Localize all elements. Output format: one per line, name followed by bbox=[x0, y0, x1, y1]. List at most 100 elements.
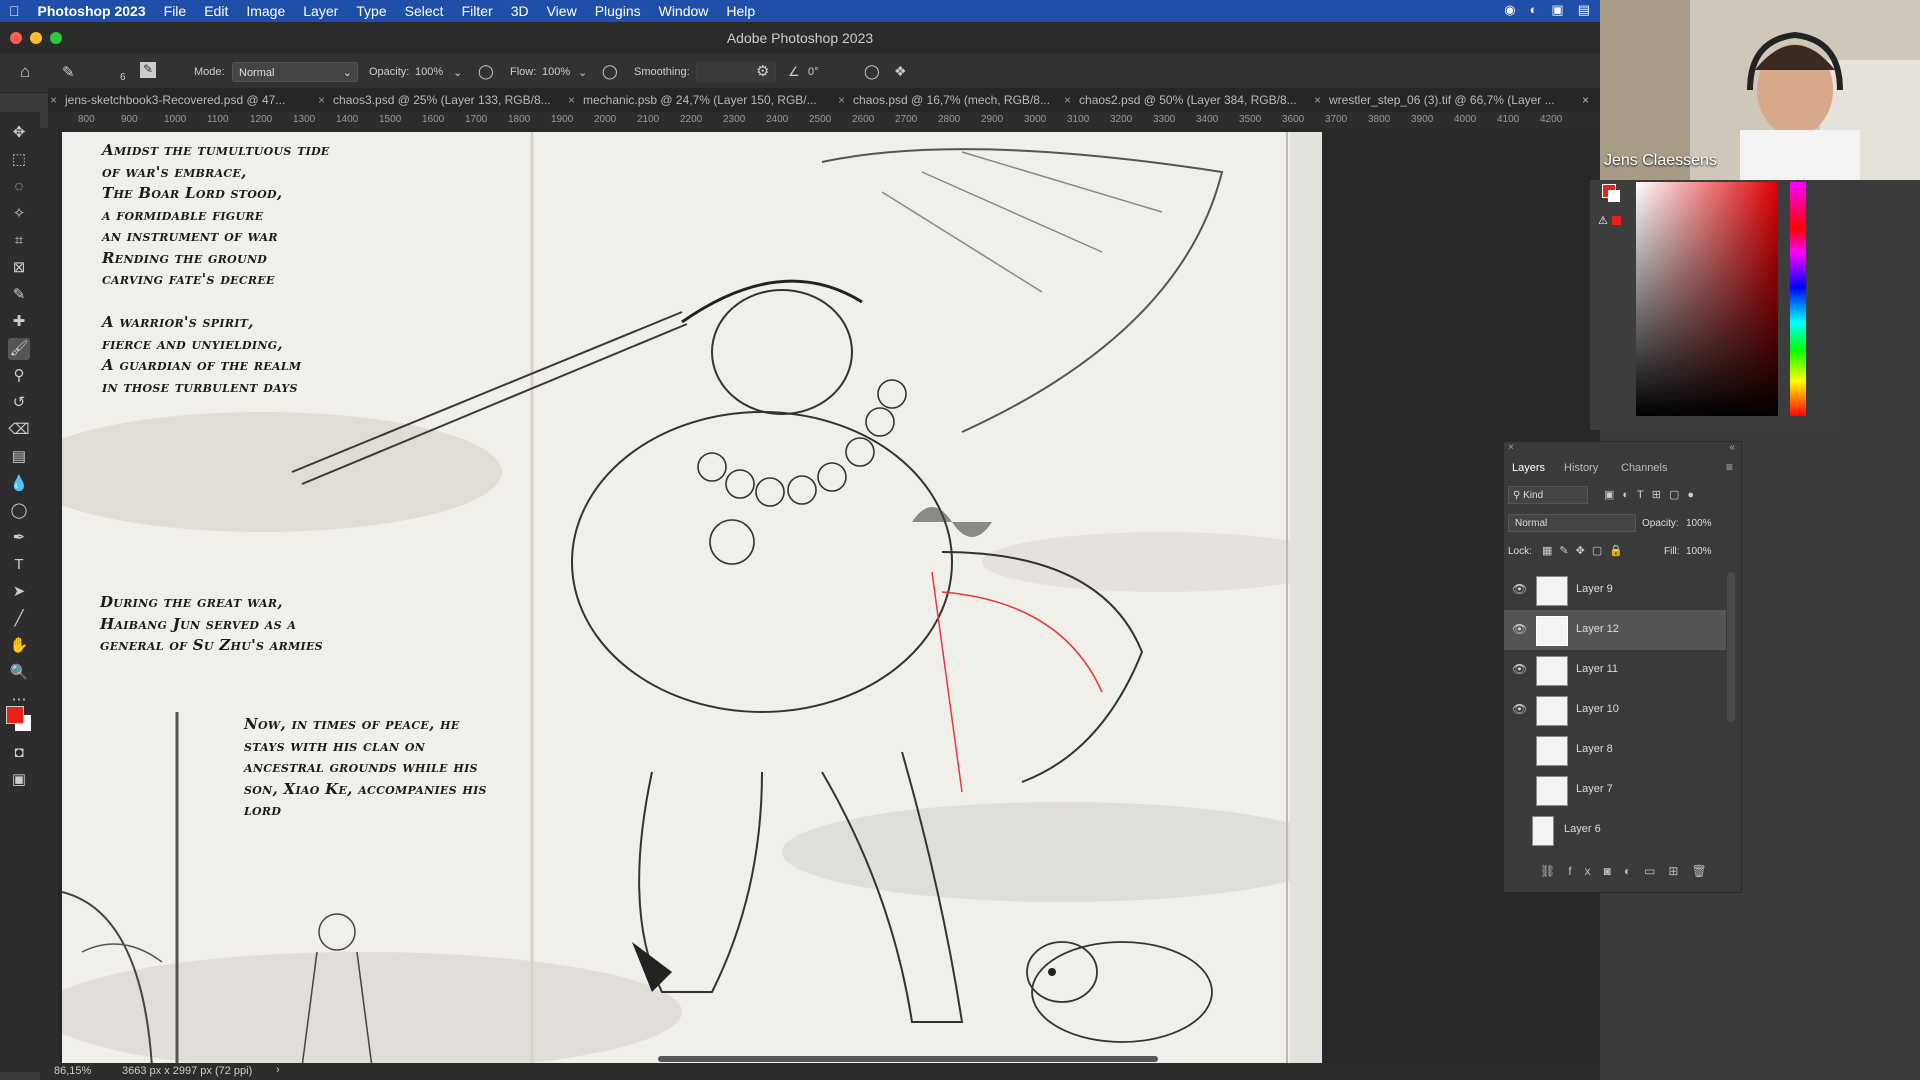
foreground-color-swatch[interactable] bbox=[6, 706, 24, 724]
chevron-right-icon[interactable]: › bbox=[276, 1064, 280, 1076]
menu-file[interactable]: File bbox=[155, 3, 196, 19]
menu-layer[interactable]: Layer bbox=[294, 3, 347, 19]
close-icon[interactable]: × bbox=[50, 93, 57, 107]
close-icon[interactable]: × bbox=[318, 93, 325, 107]
collapse-panel-icon[interactable]: « bbox=[1729, 442, 1735, 453]
close-icon[interactable]: × bbox=[568, 93, 575, 107]
line-icon[interactable]: ╱ bbox=[8, 608, 30, 630]
menu-plugins[interactable]: Plugins bbox=[586, 3, 650, 19]
menu-view[interactable]: View bbox=[538, 3, 586, 19]
tab-channels[interactable]: Channels bbox=[1621, 462, 1667, 474]
link-layers-icon[interactable]: ⛓ bbox=[1540, 864, 1568, 878]
close-all-icon[interactable]: × bbox=[1582, 93, 1589, 107]
layer-row-7[interactable]: Layer 7 bbox=[1504, 770, 1726, 810]
type-icon[interactable]: T bbox=[8, 554, 30, 576]
move-icon[interactable]: ✥ bbox=[8, 122, 30, 144]
layer-row-8[interactable]: Layer 8 bbox=[1504, 730, 1726, 770]
tab-doc-5[interactable]: × chaos2.psd @ 50% (Layer 384, RGB/8... bbox=[1064, 93, 1297, 107]
quick-mask-icon[interactable]: ◘ bbox=[8, 742, 30, 764]
tab-doc-6[interactable]: × wrestler_step_06 (3).tif @ 66,7% (Layer… bbox=[1314, 93, 1555, 107]
menu-image[interactable]: Image bbox=[237, 3, 294, 19]
gamut-swatch[interactable] bbox=[1612, 216, 1621, 225]
layer-row-6[interactable]: Layer 6 bbox=[1504, 810, 1726, 850]
tab-doc-2[interactable]: × chaos3.psd @ 25% (Layer 133, RGB/8... bbox=[318, 93, 551, 107]
layer-row-11[interactable]: 👁 Layer 11 bbox=[1504, 650, 1726, 690]
ruler-left[interactable] bbox=[40, 128, 58, 1063]
blur-icon[interactable]: 💧 bbox=[8, 473, 30, 495]
path-select-icon[interactable]: ➤ bbox=[8, 581, 30, 603]
display-icon[interactable]: ▤ bbox=[1578, 2, 1590, 18]
fx-icon[interactable]: fx bbox=[1568, 864, 1603, 878]
magic-wand-icon[interactable]: ✧ bbox=[8, 203, 30, 225]
status-icon[interactable]: ◐ bbox=[1530, 2, 1538, 18]
ruler-top[interactable]: 800 900 1000 1100 1200 1300 1400 1500 1600 1700 18… bbox=[48, 112, 1600, 128]
close-icon[interactable]: × bbox=[838, 93, 845, 107]
airbrush-icon[interactable]: ◯ bbox=[602, 63, 618, 80]
menu-3d[interactable]: 3D bbox=[502, 3, 538, 19]
stamp-icon[interactable]: ⚲ bbox=[8, 365, 30, 387]
tab-layers[interactable]: Layers bbox=[1512, 462, 1545, 474]
close-icon[interactable]: × bbox=[1314, 93, 1321, 107]
creative-cloud-icon[interactable]: ◉ bbox=[1504, 2, 1515, 18]
fill-value[interactable]: 100% bbox=[1686, 546, 1712, 557]
layer-filter-icons[interactable]: ▣◐T⊞▢● bbox=[1604, 488, 1702, 501]
layers-scrollbar[interactable] bbox=[1727, 572, 1735, 722]
menu-filter[interactable]: Filter bbox=[453, 3, 502, 19]
app-menu[interactable]: Photoshop 2023 bbox=[29, 3, 155, 19]
menu-type[interactable]: Type bbox=[347, 3, 395, 19]
brush-size-value[interactable]: 6 bbox=[120, 72, 126, 83]
eye-icon[interactable]: 👁 bbox=[1512, 662, 1527, 676]
canvas-area[interactable]: Amidst the tumultuous tide of war's embr… bbox=[58, 128, 1600, 1063]
background-swatch-small[interactable] bbox=[1608, 190, 1620, 202]
horizontal-scrollbar[interactable] bbox=[658, 1056, 1158, 1062]
symmetry-icon[interactable]: ❖ bbox=[894, 63, 907, 80]
lock-icons[interactable]: ▦✎✥▢🔒 bbox=[1542, 544, 1630, 557]
brush-icon[interactable]: 🖌 bbox=[8, 338, 30, 360]
screen-icon[interactable]: ▣ bbox=[1551, 2, 1563, 18]
adjustment-icon[interactable]: ◐ bbox=[1624, 864, 1644, 878]
trash-icon[interactable]: 🗑 bbox=[1691, 864, 1719, 878]
frame-icon[interactable]: ⊠ bbox=[8, 257, 30, 279]
close-icon[interactable]: × bbox=[1064, 93, 1071, 107]
home-icon[interactable]: ⌂ bbox=[20, 62, 30, 82]
menu-help[interactable]: Help bbox=[717, 3, 764, 19]
opacity-chevron-icon[interactable]: ⌄ bbox=[453, 66, 462, 79]
warning-icon[interactable]: ⚠ bbox=[1598, 214, 1608, 227]
lasso-icon[interactable]: ◌ bbox=[8, 176, 30, 198]
layer-opacity-value[interactable]: 100% bbox=[1686, 518, 1712, 529]
hand-icon[interactable]: ✋ bbox=[8, 635, 30, 657]
blend-mode-dropdown[interactable]: Normal bbox=[1508, 514, 1636, 532]
apple-icon[interactable]:  bbox=[0, 3, 29, 19]
screen-mode-icon[interactable]: ▣ bbox=[8, 769, 30, 791]
angle-icon[interactable]: ∠ bbox=[788, 64, 800, 80]
healing-icon[interactable]: ✚ bbox=[8, 311, 30, 333]
eraser-icon[interactable]: ⌫ bbox=[8, 419, 30, 441]
layer-row-9[interactable]: 👁 Layer 9 bbox=[1504, 570, 1726, 610]
tab-doc-1[interactable]: × jens-sketchbook3-Recovered.psd @ 47... bbox=[50, 93, 285, 107]
history-brush-icon[interactable]: ↺ bbox=[8, 392, 30, 414]
layer-row-12[interactable]: 👁 Layer 12 bbox=[1504, 610, 1726, 650]
flow-chevron-icon[interactable]: ⌄ bbox=[578, 66, 587, 79]
marquee-icon[interactable]: ⬚ bbox=[8, 149, 30, 171]
pressure-opacity-icon[interactable]: ◯ bbox=[478, 63, 494, 80]
mask-icon[interactable]: ◙ bbox=[1604, 864, 1624, 878]
tab-doc-3[interactable]: × mechanic.psb @ 24,7% (Layer 150, RGB/..… bbox=[568, 93, 817, 107]
eye-icon[interactable]: 👁 bbox=[1512, 582, 1527, 596]
eyedropper-icon[interactable]: ✎ bbox=[8, 284, 30, 306]
color-field[interactable] bbox=[1636, 182, 1778, 416]
zoom-level[interactable]: 86,15% bbox=[54, 1065, 91, 1077]
layer-row-10[interactable]: 👁 Layer 10 bbox=[1504, 690, 1726, 730]
panel-menu-icon[interactable]: ≡ bbox=[1726, 460, 1733, 474]
pressure-size-icon[interactable]: ◯ bbox=[864, 63, 880, 80]
brush-preset-icon[interactable]: ✎ bbox=[62, 63, 75, 81]
close-panel-icon[interactable]: × bbox=[1508, 442, 1514, 453]
zoom-icon[interactable]: 🔍 bbox=[8, 662, 30, 684]
crop-icon[interactable]: ⌗ bbox=[8, 230, 30, 252]
menu-window[interactable]: Window bbox=[650, 3, 718, 19]
tab-doc-4[interactable]: × chaos.psd @ 16,7% (mech, RGB/8... bbox=[838, 93, 1050, 107]
hue-slider[interactable] bbox=[1790, 182, 1806, 416]
eye-icon[interactable]: 👁 bbox=[1512, 622, 1527, 636]
artwork-canvas[interactable]: Amidst the tumultuous tide of war's embr… bbox=[62, 132, 1322, 1063]
pen-icon[interactable]: ✒ bbox=[8, 527, 30, 549]
brush-settings-icon[interactable]: ✎ bbox=[140, 62, 156, 78]
